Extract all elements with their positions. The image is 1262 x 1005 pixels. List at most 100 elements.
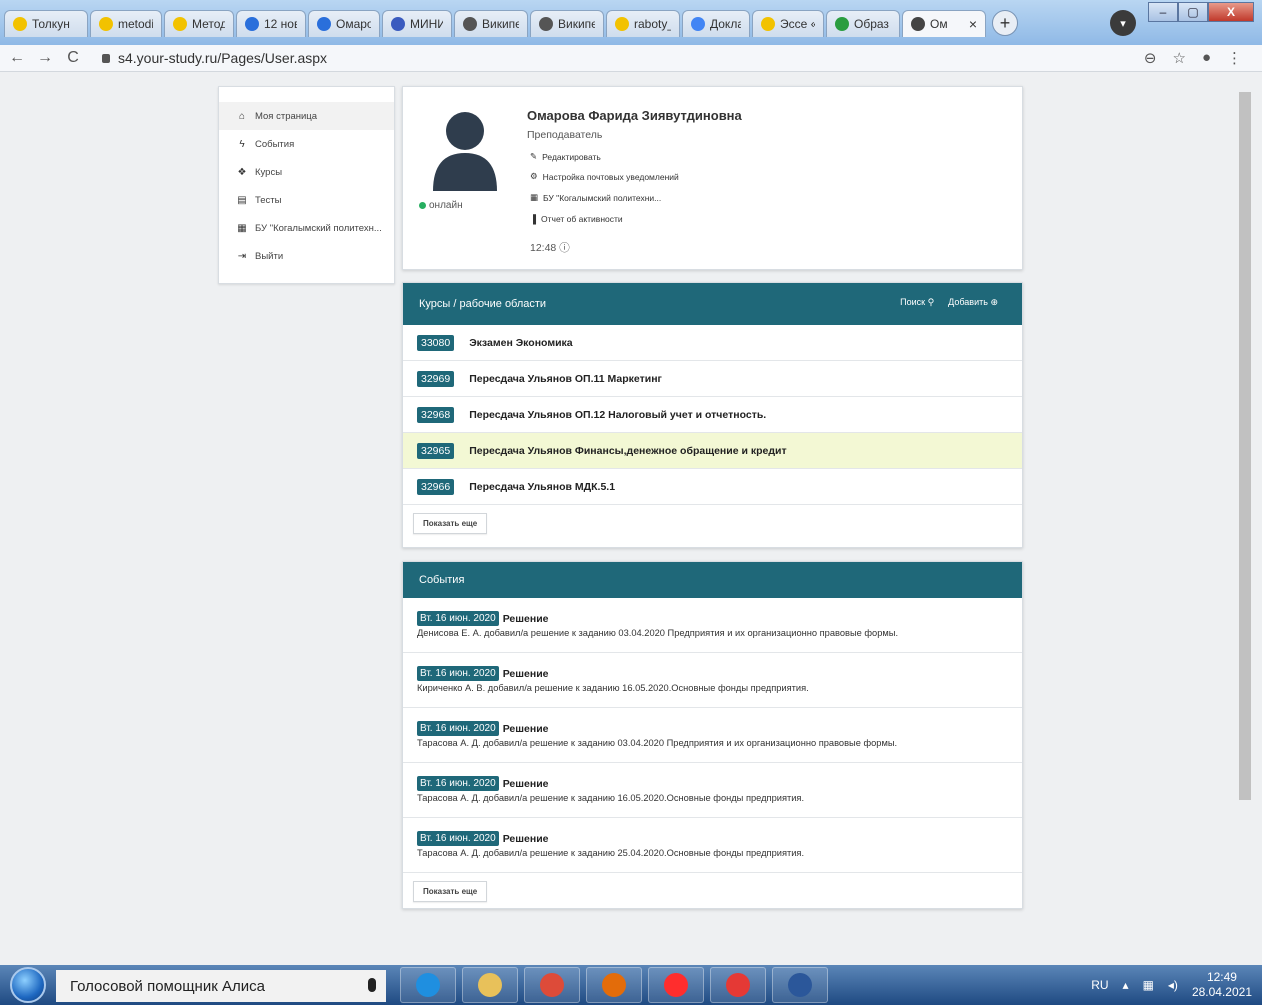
taskbar-app[interactable]: [772, 967, 828, 1003]
language-indicator[interactable]: RU: [1091, 978, 1108, 992]
event-type: Решение: [502, 777, 549, 790]
browser-tab[interactable]: Образ: [826, 10, 900, 37]
bar-chart-icon: ▐: [530, 214, 537, 224]
back-button[interactable]: ←: [6, 49, 28, 67]
profile-link[interactable]: ▐ Отчет об активности: [530, 214, 623, 224]
profile-link[interactable]: ✎ Редактировать: [530, 151, 601, 162]
tab-favicon-icon: [173, 17, 187, 31]
browser-toolbar: ← → C s4.your-study.ru/Pages/User.aspx ⊖…: [0, 45, 1262, 72]
browser-tab[interactable]: Википе: [454, 10, 528, 37]
sidebar-item[interactable]: ϟ События: [219, 130, 394, 158]
sidebar-item[interactable]: ▤ Тесты: [219, 186, 394, 214]
building-icon: ▦: [530, 192, 539, 202]
browser-tab[interactable]: Википе: [530, 10, 604, 37]
yandex-browser-icon: [726, 973, 750, 997]
new-tab-button[interactable]: +: [992, 10, 1018, 36]
browser-tab[interactable]: Эссе «: [752, 10, 824, 37]
profile-link[interactable]: ⚙ Настройка почтовых уведомлений: [530, 171, 679, 182]
tab-label: Омаро: [336, 17, 371, 31]
tab-favicon-icon: [615, 17, 629, 31]
maximize-button[interactable]: ▢: [1178, 2, 1208, 22]
reload-button[interactable]: C: [62, 49, 84, 67]
course-title[interactable]: Пересдача Ульянов ОП.11 Маркетинг: [469, 373, 662, 385]
sidebar-item[interactable]: ⇥ Выйти: [219, 242, 394, 270]
browser-tab[interactable]: Толкун: [4, 10, 88, 37]
sidebar-item[interactable]: ❖ Курсы: [219, 158, 394, 186]
browser-tab[interactable]: Ом ×: [902, 10, 986, 37]
course-id-badge: 33080: [417, 334, 455, 351]
event-row[interactable]: Вт. 16 июн. 2020 Решение Тарасова А. Д. до…: [403, 818, 1022, 873]
browser-tab[interactable]: Омаро: [308, 10, 380, 37]
browser-tab[interactable]: raboty_: [606, 10, 680, 37]
profile-button[interactable]: ▾: [1110, 10, 1136, 36]
volume-icon[interactable]: ◂): [1168, 978, 1178, 992]
courses-show-more-button[interactable]: Показать еще: [413, 513, 488, 534]
microphone-icon[interactable]: [368, 978, 376, 992]
profile-time: 12:48 ⓘ: [530, 242, 570, 254]
event-text: Кириченко А. В. добавил/а решение к зада…: [417, 683, 809, 693]
forward-button[interactable]: →: [34, 49, 56, 67]
start-button[interactable]: [10, 967, 46, 1003]
course-row[interactable]: 33080 Экзамен Экономика: [403, 325, 1022, 361]
course-title[interactable]: Экзамен Экономика: [469, 337, 572, 349]
tab-favicon-icon: [539, 17, 553, 31]
event-row[interactable]: Вт. 16 июн. 2020 Решение Тарасова А. Д. до…: [403, 708, 1022, 763]
course-search-button[interactable]: Поиск ⚲: [900, 297, 934, 308]
taskbar-app[interactable]: [648, 967, 704, 1003]
tab-favicon-icon: [13, 17, 27, 31]
browser-tab[interactable]: Метод: [164, 10, 234, 37]
taskbar-app[interactable]: [462, 967, 518, 1003]
browser-tab[interactable]: МИНИ: [382, 10, 452, 37]
browser-tab[interactable]: 12 нов: [236, 10, 306, 37]
events-show-more-button[interactable]: Показать еще: [413, 881, 488, 902]
browser-tab[interactable]: metodi: [90, 10, 162, 37]
taskbar-app[interactable]: [586, 967, 642, 1003]
taskbar-app[interactable]: [524, 967, 580, 1003]
sidebar-item-label: Тесты: [255, 194, 282, 206]
account-icon[interactable]: ●: [1202, 49, 1211, 67]
explorer-icon: [478, 973, 502, 997]
tab-favicon-icon: [317, 17, 331, 31]
taskbar-app[interactable]: [400, 967, 456, 1003]
ie-icon: [416, 973, 440, 997]
event-text: Тарасова А. Д. добавил/а решение к задан…: [417, 738, 898, 748]
event-row[interactable]: Вт. 16 июн. 2020 Решение Денисова Е. А. до…: [403, 598, 1022, 653]
course-row[interactable]: 32968 Пересдача Ульянов ОП.12 Налоговый у…: [403, 397, 1022, 433]
tab-label: metodi: [118, 17, 153, 31]
profile-link[interactable]: ▦ БУ "Когалымский политехни...: [530, 192, 661, 203]
course-row[interactable]: 32965 Пересдача Ульянов Финансы,денежное …: [403, 433, 1022, 469]
network-icon[interactable]: ▦: [1143, 978, 1154, 992]
sidebar-item[interactable]: ▦ БУ "Когалымский политехн...: [219, 214, 394, 242]
menu-dots-icon[interactable]: ⋮: [1227, 49, 1242, 67]
event-row[interactable]: Вт. 16 июн. 2020 Решение Кириченко А. В. д…: [403, 653, 1022, 708]
course-title[interactable]: Пересдача Ульянов МДК.5.1: [469, 481, 615, 493]
taskbar-app[interactable]: [710, 967, 766, 1003]
minimize-button[interactable]: –: [1148, 2, 1178, 22]
course-title[interactable]: Пересдача Ульянов ОП.12 Налоговый учет и…: [469, 409, 766, 421]
voice-assistant-search[interactable]: Голосовой помощник Алиса: [56, 970, 386, 1002]
address-bar[interactable]: s4.your-study.ru/Pages/User.aspx: [102, 50, 327, 66]
gear-icon: ⚙: [530, 171, 538, 181]
course-row[interactable]: 32969 Пересдача Ульянов ОП.11 Маркетинг: [403, 361, 1022, 397]
course-add-button[interactable]: Добавить ⊕: [948, 297, 998, 308]
zoom-icon[interactable]: ⊖: [1144, 49, 1157, 67]
browser-tab[interactable]: Доклад: [682, 10, 750, 37]
pencil-icon: ✎: [530, 151, 538, 161]
close-window-button[interactable]: X: [1208, 2, 1254, 22]
event-row[interactable]: Вт. 16 июн. 2020 Решение Тарасова А. Д. до…: [403, 763, 1022, 818]
tray-expand-icon[interactable]: ▴: [1123, 978, 1129, 992]
outlook-icon: [602, 973, 626, 997]
profile-role: Преподаватель: [527, 129, 603, 141]
event-text: Тарасова А. Д. добавил/а решение к задан…: [417, 793, 805, 803]
graduation-icon: ❖: [237, 166, 247, 178]
sidebar-item[interactable]: ⌂ Моя страница: [219, 102, 394, 130]
tab-favicon-icon: [463, 17, 477, 31]
home-icon: ⌂: [238, 110, 246, 122]
close-tab-icon[interactable]: ×: [969, 16, 977, 32]
scrollbar-thumb[interactable]: [1239, 92, 1251, 800]
course-row[interactable]: 32966 Пересдача Ульянов МДК.5.1: [403, 469, 1022, 505]
course-title[interactable]: Пересдача Ульянов Финансы,денежное обращ…: [469, 445, 786, 457]
taskbar-clock[interactable]: 12:49 28.04.2021: [1192, 970, 1252, 1000]
bookmark-star-icon[interactable]: ☆: [1172, 49, 1185, 67]
event-date-badge: Вт. 16 июн. 2020: [417, 776, 499, 791]
